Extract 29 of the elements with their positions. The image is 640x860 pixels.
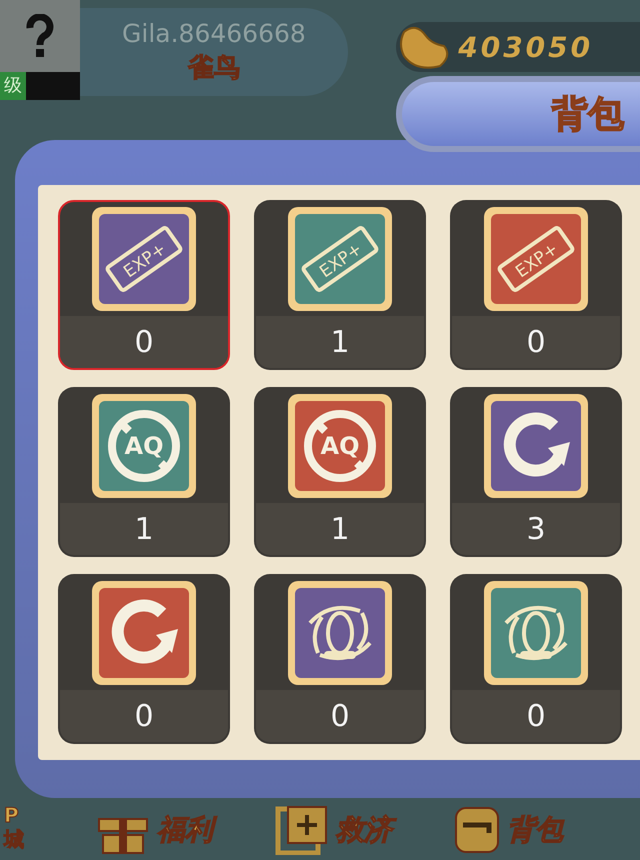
level-bar (26, 72, 80, 100)
question-icon (24, 14, 55, 58)
avatar-placeholder[interactable] (0, 0, 80, 72)
item-count: 0 (60, 690, 228, 742)
inventory-slot[interactable]: AQ 1 (254, 387, 426, 557)
nickname: 雀鸟 (188, 52, 240, 85)
nav-text-fragment: P (4, 803, 19, 827)
inventory-slot[interactable]: 3 (450, 387, 622, 557)
item-count: 0 (60, 316, 228, 368)
item-count: 0 (452, 690, 620, 742)
icon-label: AQ (320, 432, 360, 460)
item-count: 0 (256, 690, 424, 742)
level-label: 级 (0, 72, 26, 100)
item-count: 3 (452, 503, 620, 555)
item-count: 1 (60, 503, 228, 555)
panel-title: 背包 (552, 92, 624, 136)
inventory-slot[interactable]: 0 (58, 574, 230, 744)
item-count: 0 (452, 316, 620, 368)
plus-card-icon (274, 805, 330, 855)
bag-icon (453, 805, 501, 855)
icon-label: AQ (124, 432, 164, 460)
inventory-slot[interactable]: 0 (254, 574, 426, 744)
inventory-slot[interactable]: AQ 1 (58, 387, 230, 557)
nav-text-fragment: 城 (4, 827, 24, 851)
item-count: 1 (256, 503, 424, 555)
account-id: Gila.86466668 (122, 19, 306, 48)
inventory-slot[interactable]: 0 (450, 574, 622, 744)
item-count: 1 (256, 316, 424, 368)
coin-amount: 403050 (458, 30, 594, 64)
